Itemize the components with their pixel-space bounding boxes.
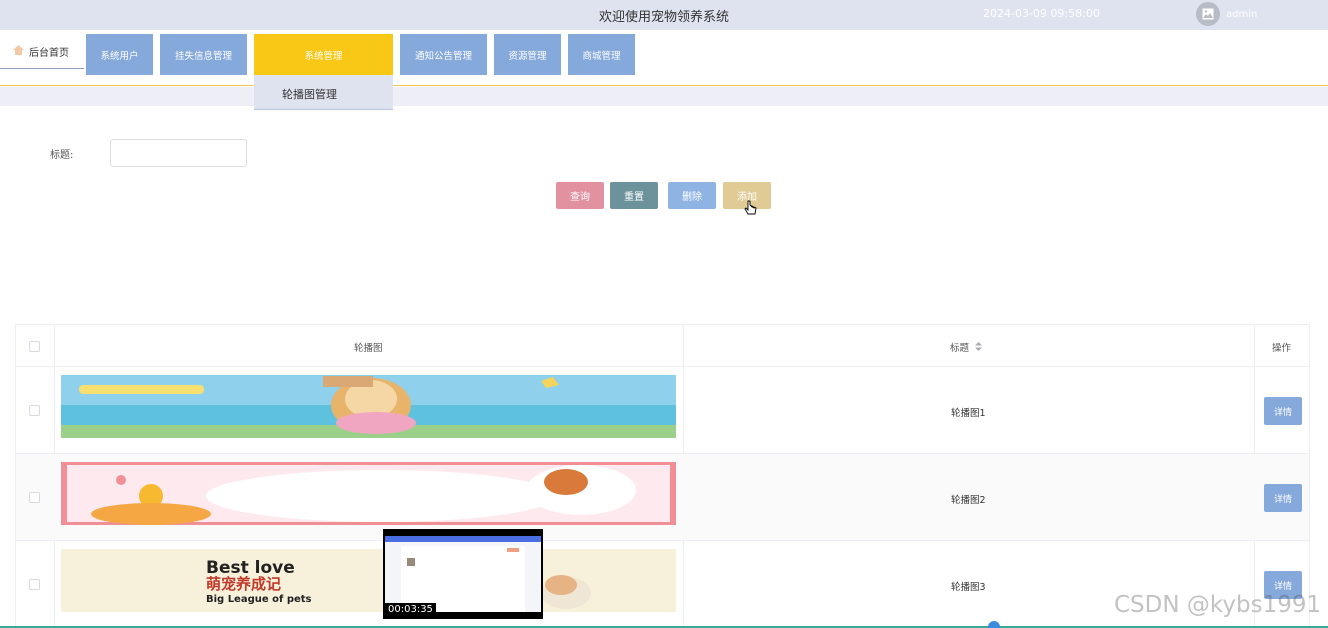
scroll-handle[interactable]	[988, 621, 1000, 628]
header-actions: 操作	[1272, 343, 1292, 354]
row-checkbox[interactable]	[29, 579, 40, 590]
row-checkbox[interactable]	[29, 405, 40, 416]
row-title: 轮播图3	[951, 582, 986, 593]
delete-button[interactable]: 删除	[668, 182, 716, 209]
video-preview[interactable]: 00:03:35	[383, 529, 543, 619]
carousel-image-3: Best love 萌宠养成记 Big League of pets	[61, 549, 676, 612]
table-row: 轮播图2 详情	[16, 454, 1309, 541]
carousel-table: 轮播图 标题 操作 轮播图1 详情 轮播图2 详情 Best love 萌宠养成…	[15, 324, 1310, 628]
table-header: 轮播图 标题 操作	[16, 325, 1309, 367]
home-tab[interactable]: 后台首页	[0, 38, 84, 69]
nav-item-system-users[interactable]: 系统用户	[86, 34, 153, 75]
carousel-image-2	[61, 462, 676, 525]
watermark: CSDN @kybs1991	[1114, 592, 1322, 618]
header-title-label: 标题	[950, 343, 970, 354]
avatar[interactable]	[1196, 2, 1220, 26]
row-title: 轮播图1	[951, 408, 986, 419]
query-button[interactable]: 查询	[556, 182, 604, 209]
header-image: 轮播图	[354, 343, 383, 354]
submenu-carousel-management[interactable]: 轮播图管理	[254, 75, 393, 110]
username-label[interactable]: admin	[1226, 9, 1257, 20]
video-timestamp: 00:03:35	[385, 603, 436, 616]
datetime-display: 2024-03-09 09:58:00	[983, 7, 1100, 20]
nav-band	[0, 87, 1328, 106]
row-title: 轮播图2	[951, 495, 986, 506]
sort-icon[interactable]	[975, 342, 983, 351]
table-row: 轮播图1 详情	[16, 367, 1309, 454]
detail-button[interactable]: 详情	[1264, 397, 1302, 425]
nav-item-announcements[interactable]: 通知公告管理	[400, 34, 487, 75]
select-all-checkbox[interactable]	[29, 341, 40, 352]
reset-button[interactable]: 重置	[610, 182, 658, 209]
title-search-input[interactable]	[110, 139, 247, 167]
video-frame	[385, 536, 541, 612]
nav-item-system-management[interactable]: 系统管理	[254, 34, 393, 75]
image-icon	[1202, 8, 1214, 20]
carousel-image-1	[61, 375, 676, 438]
nav-item-shop[interactable]: 商城管理	[568, 34, 635, 75]
nav-item-resources[interactable]: 资源管理	[494, 34, 561, 75]
banner-tagline: Big League of pets	[206, 594, 312, 605]
app-title: 欢迎使用宠物领养系统	[598, 10, 729, 25]
title-search-label: 标题:	[50, 150, 74, 161]
banner-subheadline: 萌宠养成记	[206, 575, 281, 593]
hand-cursor-icon	[744, 200, 757, 215]
top-header: 欢迎使用宠物领养系统 2024-03-09 09:58:00 admin	[0, 0, 1328, 30]
home-icon	[13, 45, 24, 55]
header-title[interactable]: 标题	[950, 340, 983, 354]
home-tab-label: 后台首页	[29, 48, 69, 59]
main-nav: 后台首页 系统用户 挂失信息管理 系统管理 通知公告管理 资源管理 商城管理	[0, 30, 1328, 86]
row-checkbox[interactable]	[29, 492, 40, 503]
detail-button[interactable]: 详情	[1264, 484, 1302, 512]
nav-item-lost-info[interactable]: 挂失信息管理	[160, 34, 247, 75]
